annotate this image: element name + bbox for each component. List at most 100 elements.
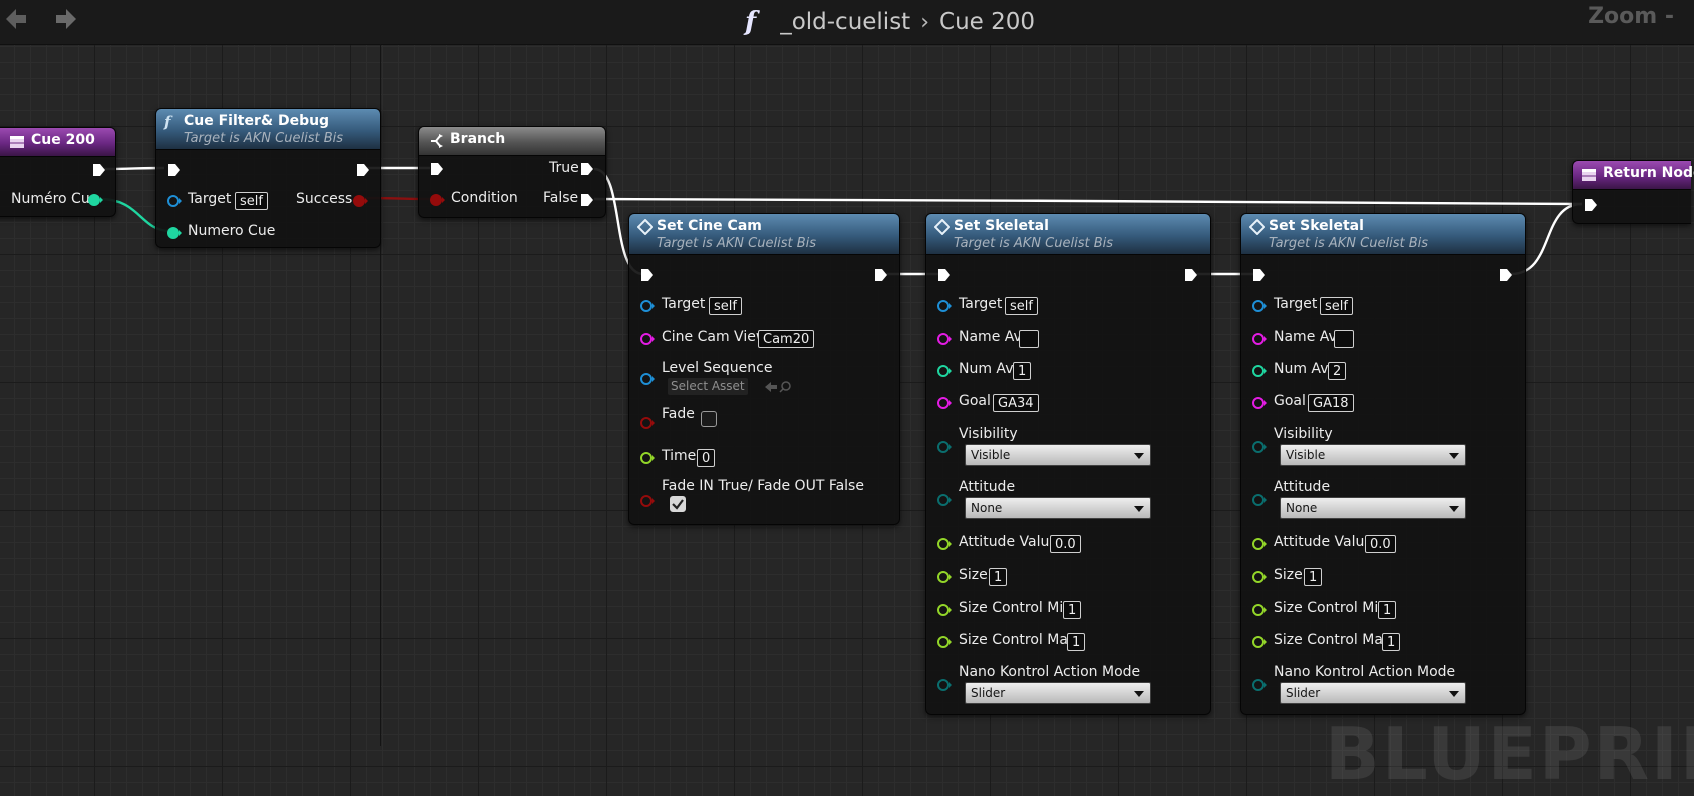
string-pin[interactable] xyxy=(936,395,952,411)
bool-pin[interactable] xyxy=(639,415,655,431)
size-max-input[interactable]: 1 xyxy=(1067,633,1086,651)
back-button[interactable] xyxy=(4,6,30,32)
float-pin[interactable] xyxy=(1251,634,1267,650)
exec-in-pin[interactable] xyxy=(639,267,655,283)
byte-pin[interactable] xyxy=(1251,439,1267,455)
integer-in-pin[interactable] xyxy=(166,225,182,241)
asset-picker[interactable]: Select Asset xyxy=(668,378,748,395)
string-pin[interactable] xyxy=(1251,331,1267,347)
pin-label: Numéro Cue xyxy=(11,191,99,207)
fade-checkbox[interactable] xyxy=(701,411,717,427)
object-pin[interactable] xyxy=(936,298,952,314)
blueprint-watermark: BLUEPRINT xyxy=(1325,712,1694,796)
integer-out-pin[interactable] xyxy=(87,192,103,208)
float-pin[interactable] xyxy=(1251,536,1267,552)
size-input[interactable]: 1 xyxy=(1304,568,1323,586)
attitude-dropdown[interactable]: None xyxy=(965,497,1151,519)
pin-label: Numero Cue xyxy=(188,223,276,239)
size-max-input[interactable]: 1 xyxy=(1382,633,1401,651)
branch-node[interactable]: Branch True Condition False xyxy=(418,126,606,218)
forward-button[interactable] xyxy=(52,6,78,32)
object-pin[interactable] xyxy=(639,298,655,314)
nano-kontrol-dropdown[interactable]: Slider xyxy=(1280,682,1466,704)
exec-out-pin[interactable] xyxy=(1183,267,1199,283)
nano-kontrol-dropdown[interactable]: Slider xyxy=(965,682,1151,704)
name-av-input[interactable] xyxy=(1019,330,1039,348)
attitude-value-input[interactable]: 0.0 xyxy=(1365,535,1396,553)
exec-out-pin[interactable] xyxy=(1498,267,1514,283)
cine-cam-view-input[interactable]: Cam20 xyxy=(758,330,815,348)
byte-pin[interactable] xyxy=(936,677,952,693)
byte-pin[interactable] xyxy=(936,439,952,455)
goal-input[interactable]: GA18 xyxy=(1308,394,1354,412)
node-subtitle: Target is AKN Cuelist Bis xyxy=(657,236,817,251)
pin-label: Attitude xyxy=(1274,479,1331,495)
exec-in-pin[interactable] xyxy=(1251,267,1267,283)
exec-in-pin[interactable] xyxy=(429,161,445,177)
size-input[interactable]: 1 xyxy=(989,568,1008,586)
float-pin[interactable] xyxy=(639,450,655,466)
float-pin[interactable] xyxy=(936,634,952,650)
attitude-dropdown[interactable]: None xyxy=(1280,497,1466,519)
exec-out-pin[interactable] xyxy=(91,162,107,178)
goal-input[interactable]: GA34 xyxy=(993,394,1039,412)
object-pin[interactable] xyxy=(1251,298,1267,314)
set-skeletal-node[interactable]: Set Skeletal Target is AKN Cuelist Bis T… xyxy=(925,213,1211,715)
visibility-dropdown[interactable]: Visible xyxy=(1280,444,1466,466)
node-title: Return Node xyxy=(1603,165,1694,181)
object-pin[interactable] xyxy=(166,193,182,209)
string-pin[interactable] xyxy=(639,331,655,347)
name-av-input[interactable] xyxy=(1334,330,1354,348)
node-header: Cue 200 xyxy=(0,128,115,157)
target-value[interactable]: self xyxy=(235,192,268,210)
exec-true-pin[interactable] xyxy=(579,161,595,177)
exec-in-pin[interactable] xyxy=(1583,197,1599,213)
string-pin[interactable] xyxy=(936,331,952,347)
target-value[interactable]: self xyxy=(709,297,742,315)
float-pin[interactable] xyxy=(936,602,952,618)
bool-in-pin[interactable] xyxy=(429,192,445,208)
bool-pin[interactable] xyxy=(639,493,655,509)
size-min-input[interactable]: 1 xyxy=(1063,601,1082,619)
byte-pin[interactable] xyxy=(1251,677,1267,693)
cue-filter-debug-node[interactable]: f Cue Filter& Debug Target is AKN Cuelis… xyxy=(155,108,381,248)
object-pin[interactable] xyxy=(639,371,655,387)
branch-icon xyxy=(431,134,443,148)
breadcrumb-function[interactable]: Cue 200 xyxy=(939,9,1035,35)
node-header: Branch xyxy=(419,127,605,156)
float-pin[interactable] xyxy=(1251,602,1267,618)
integer-pin[interactable] xyxy=(936,363,952,379)
pin-label: Name Av xyxy=(959,329,1022,345)
target-value[interactable]: self xyxy=(1320,297,1353,315)
byte-pin[interactable] xyxy=(1251,492,1267,508)
string-pin[interactable] xyxy=(1251,395,1267,411)
visibility-dropdown[interactable]: Visible xyxy=(965,444,1151,466)
num-av-input[interactable]: 2 xyxy=(1328,362,1347,380)
cue-entry-node[interactable]: Cue 200 Numéro Cue xyxy=(0,127,116,217)
byte-pin[interactable] xyxy=(936,492,952,508)
size-min-input[interactable]: 1 xyxy=(1378,601,1397,619)
time-input[interactable]: 0 xyxy=(697,449,716,467)
pin-label: Visibility xyxy=(1274,426,1333,442)
breadcrumb-graph[interactable]: _old-cuelist xyxy=(780,9,910,35)
exec-in-pin[interactable] xyxy=(166,162,182,178)
attitude-value-input[interactable]: 0.0 xyxy=(1050,535,1081,553)
bool-out-pin[interactable] xyxy=(352,193,368,209)
pin-label: Target xyxy=(188,191,232,207)
node-title: Set Skeletal xyxy=(1269,218,1364,234)
exec-out-pin[interactable] xyxy=(355,162,371,178)
num-av-input[interactable]: 1 xyxy=(1013,362,1032,380)
integer-pin[interactable] xyxy=(1251,363,1267,379)
target-value[interactable]: self xyxy=(1005,297,1038,315)
float-pin[interactable] xyxy=(1251,569,1267,585)
browse-arrow-icon[interactable] xyxy=(764,381,794,393)
exec-false-pin[interactable] xyxy=(579,192,595,208)
set-cine-cam-node[interactable]: Set Cine Cam Target is AKN Cuelist Bis T… xyxy=(628,213,900,525)
set-skeletal-node[interactable]: Set Skeletal Target is AKN Cuelist Bis T… xyxy=(1240,213,1526,715)
exec-out-pin[interactable] xyxy=(873,267,889,283)
exec-in-pin[interactable] xyxy=(936,267,952,283)
float-pin[interactable] xyxy=(936,536,952,552)
float-pin[interactable] xyxy=(936,569,952,585)
fade-in-checkbox[interactable] xyxy=(670,496,686,512)
return-node[interactable]: Return Node xyxy=(1572,160,1694,224)
